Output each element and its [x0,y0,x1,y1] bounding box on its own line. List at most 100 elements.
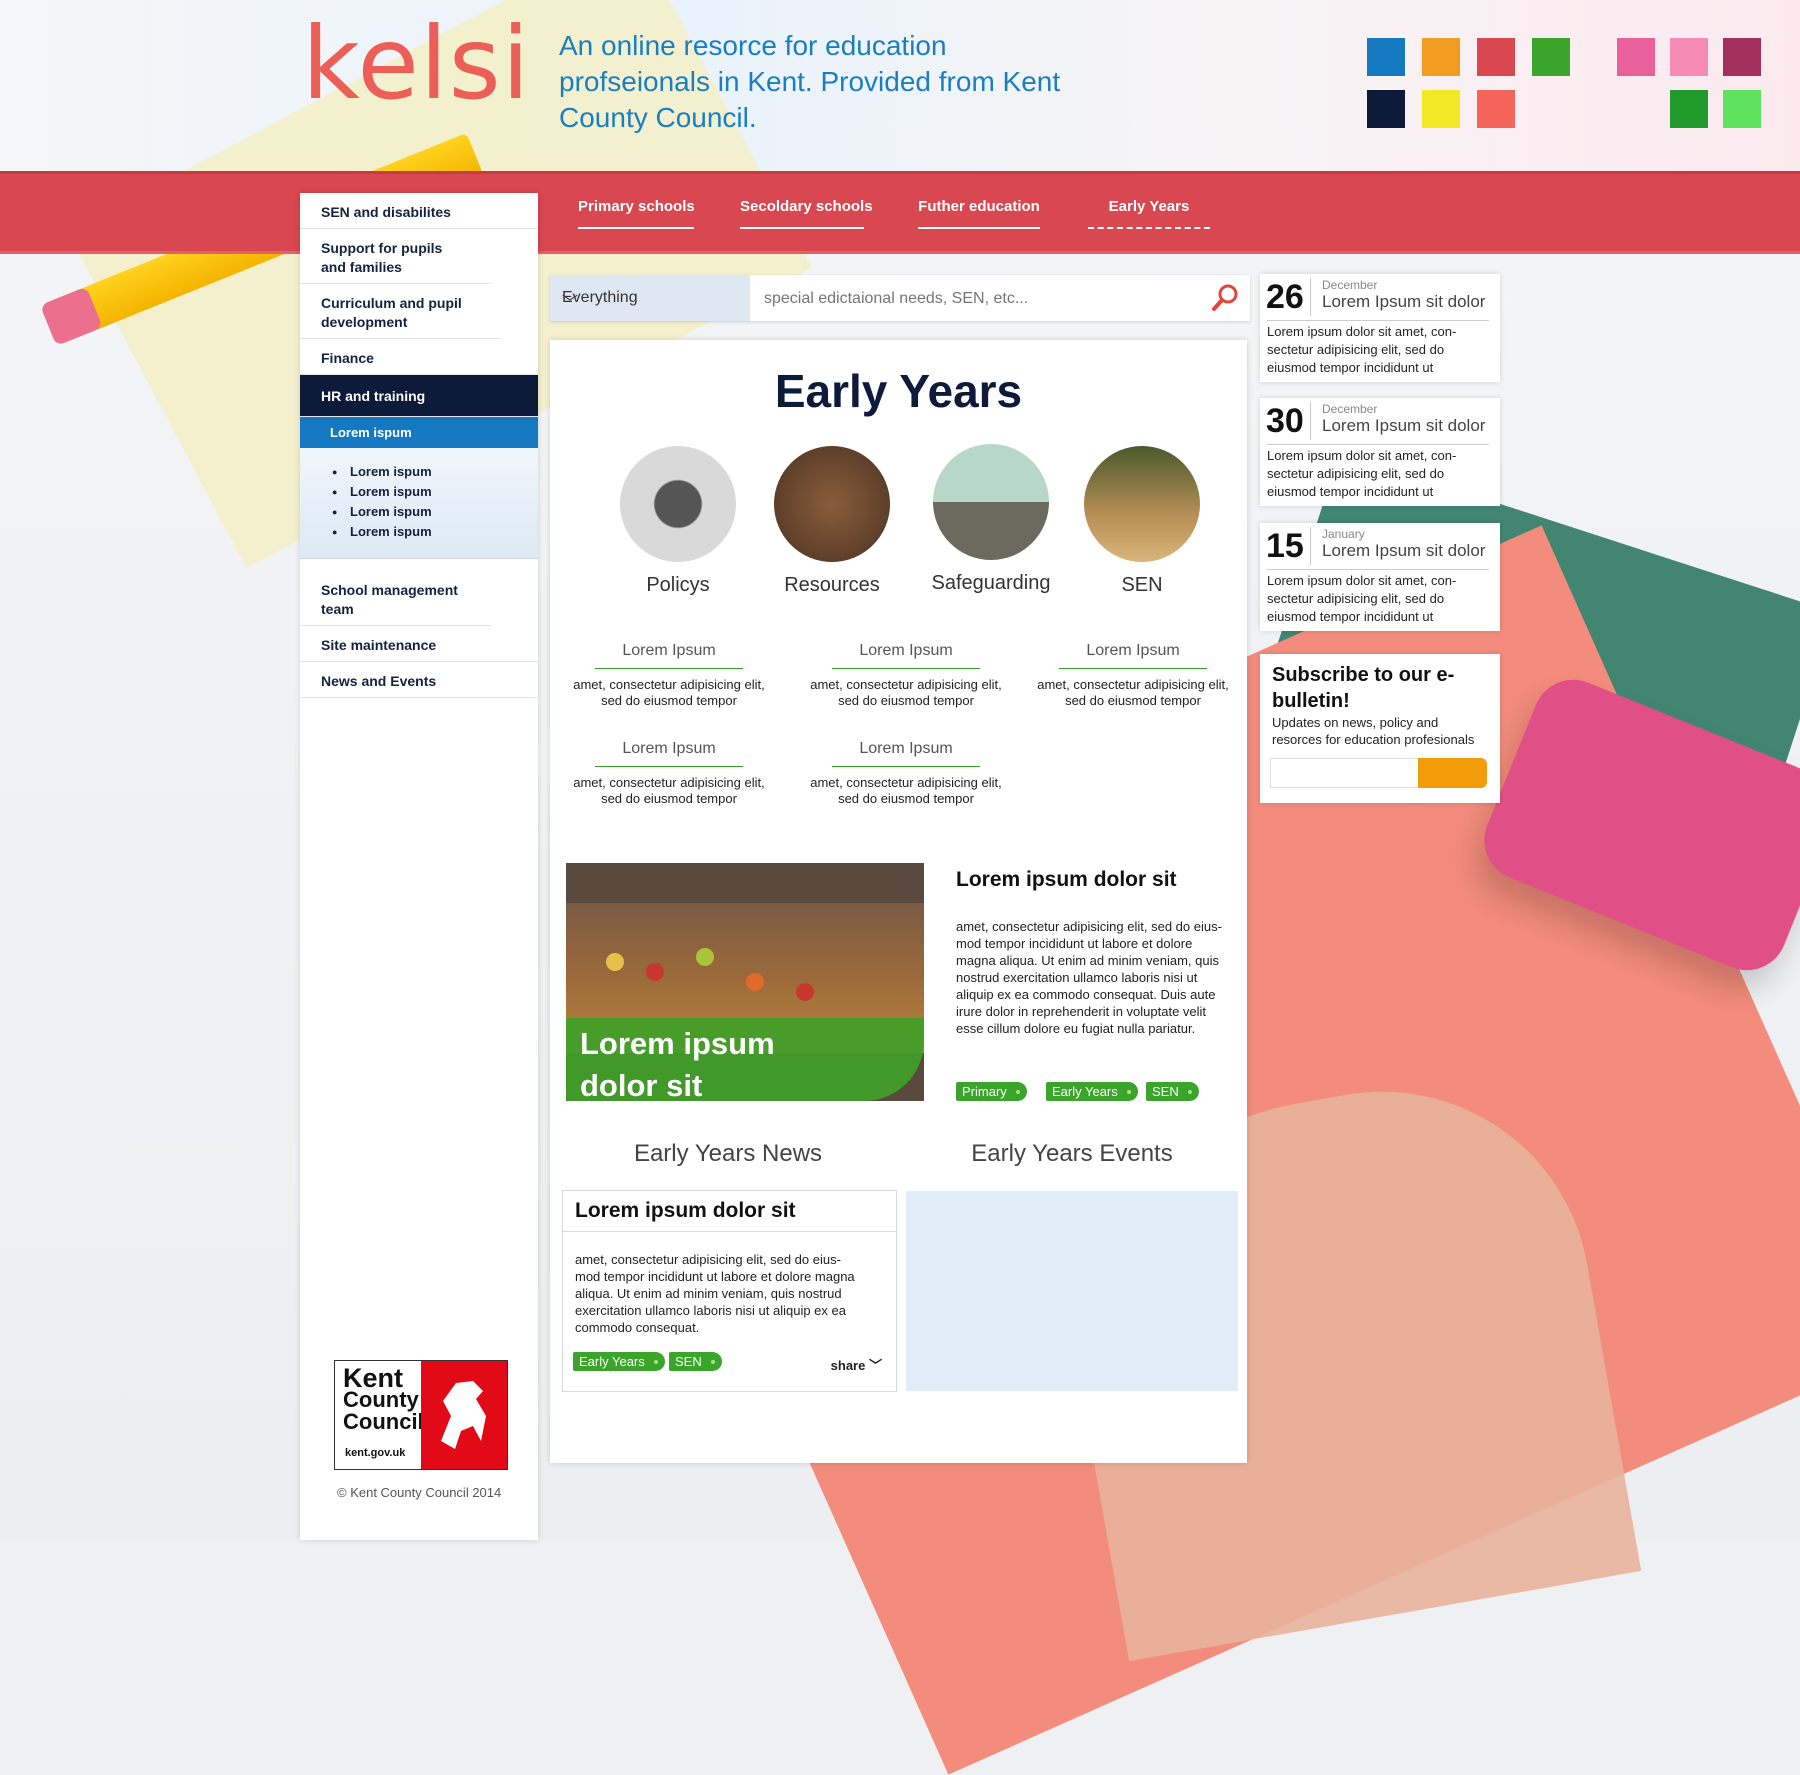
swatch [1617,38,1655,76]
news-card-body: amet, consectetur adipisicing elit, sed … [575,1252,855,1335]
tab-early-years[interactable]: Early Years [1088,198,1210,229]
category-resources[interactable]: Resources [762,446,902,597]
tab-secondary-schools[interactable]: Secoldary schools [740,198,873,229]
subscribe-text: Updates on news, policy and resorces for… [1272,715,1475,747]
email-field[interactable] [1270,758,1426,788]
chevron-down-icon: ﹀ [868,1358,882,1373]
sidebar-item-curriculum[interactable]: Curriculum and pupil development [300,284,501,339]
category-safeguarding[interactable]: Safeguarding [921,444,1061,595]
swatch [1532,38,1570,76]
sidebar-subitem[interactable]: Lorem ispum [332,502,538,522]
quick-link-desc: amet, consectetur adipisicing elit, sed … [810,775,1002,806]
event-day: 15 [1266,527,1311,565]
event-title: Lorem Ipsum sit dolor [1322,292,1486,311]
subscribe-button[interactable] [1418,758,1487,788]
event-card[interactable]: 30 December Lorem Ipsum sit dolor Lorem … [1260,398,1500,506]
color-swatches [1367,38,1777,130]
tools-icon [774,446,890,562]
event-text: Lorem ipsum dolor sit amet, con-sectetur… [1267,444,1489,501]
sidebar-item-school-management[interactable]: School management team [300,571,491,626]
copyright: © Kent County Council 2014 [337,1485,502,1500]
quick-link-desc: amet, consectetur adipisicing elit, sed … [810,677,1002,708]
subscribe-box: Subscribe to our e-bulletin! Updates on … [1260,654,1500,803]
quick-link[interactable]: Lorem Ipsum amet, consectetur adipisicin… [1028,642,1238,709]
event-text: Lorem ipsum dolor sit amet, con-sectetur… [1267,320,1489,377]
kcc-logo-text: Kent County Council [343,1363,424,1434]
site-tagline: An online resorce for education profseio… [559,30,1061,133]
tab-further-education[interactable]: Futher education [918,198,1040,229]
search-input[interactable] [762,281,1186,317]
tag-early-years[interactable]: Early Years [573,1352,665,1371]
quick-link[interactable]: Lorem Ipsum amet, consectetur adipisicin… [801,642,1011,709]
quick-link-desc: amet, consectetur adipisicing elit, sed … [573,677,765,708]
event-title: Lorem Ipsum sit dolor [1322,541,1486,560]
news-card[interactable]: Lorem ipsum dolor sit amet, consectetur … [562,1190,897,1392]
sidebar-item-support[interactable]: Support for pupils and families [300,229,491,284]
kelsi-logo[interactable]: kelsi [302,14,531,114]
tag-sen[interactable]: SEN [669,1352,722,1371]
category-label: SEN [1121,574,1163,596]
sidebar-item-hr-training[interactable]: HR and training [300,375,538,417]
search-scope-select[interactable]: Everything ﹀ [550,275,750,321]
event-text: Lorem ipsum dolor sit amet, con-sectetur… [1267,569,1489,626]
quick-link[interactable]: Lorem Ipsum amet, consectetur adipisicin… [564,740,774,807]
white-horse-icon [421,1361,507,1469]
swatch [1422,90,1460,128]
search-icon[interactable] [1210,283,1240,313]
events-section-heading: Early Years Events [971,1140,1173,1167]
sidebar-subitem[interactable]: Lorem ispum [332,522,538,542]
news-card-heading[interactable]: Lorem ipsum dolor sit [563,1191,896,1232]
sidebar-item-site-maintenance[interactable]: Site maintenance [300,626,538,662]
sidebar-subitem[interactable]: Lorem ispum [332,462,538,482]
sidebar-subitem[interactable]: Lorem ispum [332,482,538,502]
swatch [1670,38,1708,76]
feature-image[interactable]: Lorem ipsum dolor sit [566,863,924,1101]
main-content: Early Years Policys Resources Safeguardi… [550,340,1247,1463]
swatch [1477,38,1515,76]
photo-detail [746,973,764,991]
main-nav: Primary schools Secoldary schools Futher… [0,171,1800,254]
category-label: Safeguarding [931,572,1051,594]
sidebar-item-news-events[interactable]: News and Events [300,662,538,698]
quick-link-title: Lorem Ipsum [832,642,980,669]
chevron-down-icon: ﹀ [562,295,579,312]
feature-body: amet, consectetur adipisicing elit, sed … [956,919,1222,1036]
quick-link[interactable]: Lorem Ipsum amet, consectetur adipisicin… [801,740,1011,807]
tab-primary-schools[interactable]: Primary schools [578,198,695,229]
tag-sen[interactable]: SEN [1146,1082,1199,1101]
quick-link-title: Lorem Ipsum [595,740,743,767]
news-section-heading: Early Years News [633,1140,823,1167]
photo-detail [606,953,624,971]
tag-early-years[interactable]: Early Years [1046,1082,1138,1101]
page-title: Early Years [774,365,1023,417]
events-panel [906,1191,1238,1391]
swatch [1723,90,1761,128]
grass-icon [1084,446,1200,562]
event-day: 30 [1266,402,1311,440]
event-card[interactable]: 15 January Lorem Ipsum sit dolor Lorem i… [1260,523,1500,631]
search-bar: Everything ﹀ [550,275,1250,321]
quick-link[interactable]: Lorem Ipsum amet, consectetur adipisicin… [564,642,774,709]
category-label: Policys [646,574,710,596]
quick-link-title: Lorem Ipsum [832,740,980,767]
feature-heading[interactable]: Lorem ipsum dolor sit [956,868,1177,892]
swatch [1723,38,1761,76]
sidebar: SEN and disabilites Support for pupils a… [300,193,538,1540]
quick-link-desc: amet, consectetur adipisicing elit, sed … [1037,677,1229,708]
event-month: December [1322,402,1378,416]
sidebar-item-sen[interactable]: SEN and disabilites [300,193,538,229]
category-sen[interactable]: SEN [1072,446,1212,597]
event-month: December [1322,278,1378,292]
share-label: share [830,1358,866,1373]
category-policys[interactable]: Policys [608,446,748,597]
tag-primary[interactable]: Primary [956,1082,1027,1101]
swatch [1367,90,1405,128]
sidebar-subitem-active[interactable]: Lorem ispum [300,417,538,448]
share-button[interactable]: share ﹀ [831,1355,882,1374]
feature-image-caption: Lorem ipsum dolor sit [580,1026,775,1101]
photo-detail [796,983,814,1001]
event-card[interactable]: 26 December Lorem Ipsum sit dolor Lorem … [1260,274,1500,382]
quick-link-desc: amet, consectetur adipisicing elit, sed … [573,775,765,806]
sidebar-item-finance[interactable]: Finance [300,339,538,375]
kent-county-council-logo[interactable]: Kent County Council kent.gov.uk [334,1360,508,1470]
